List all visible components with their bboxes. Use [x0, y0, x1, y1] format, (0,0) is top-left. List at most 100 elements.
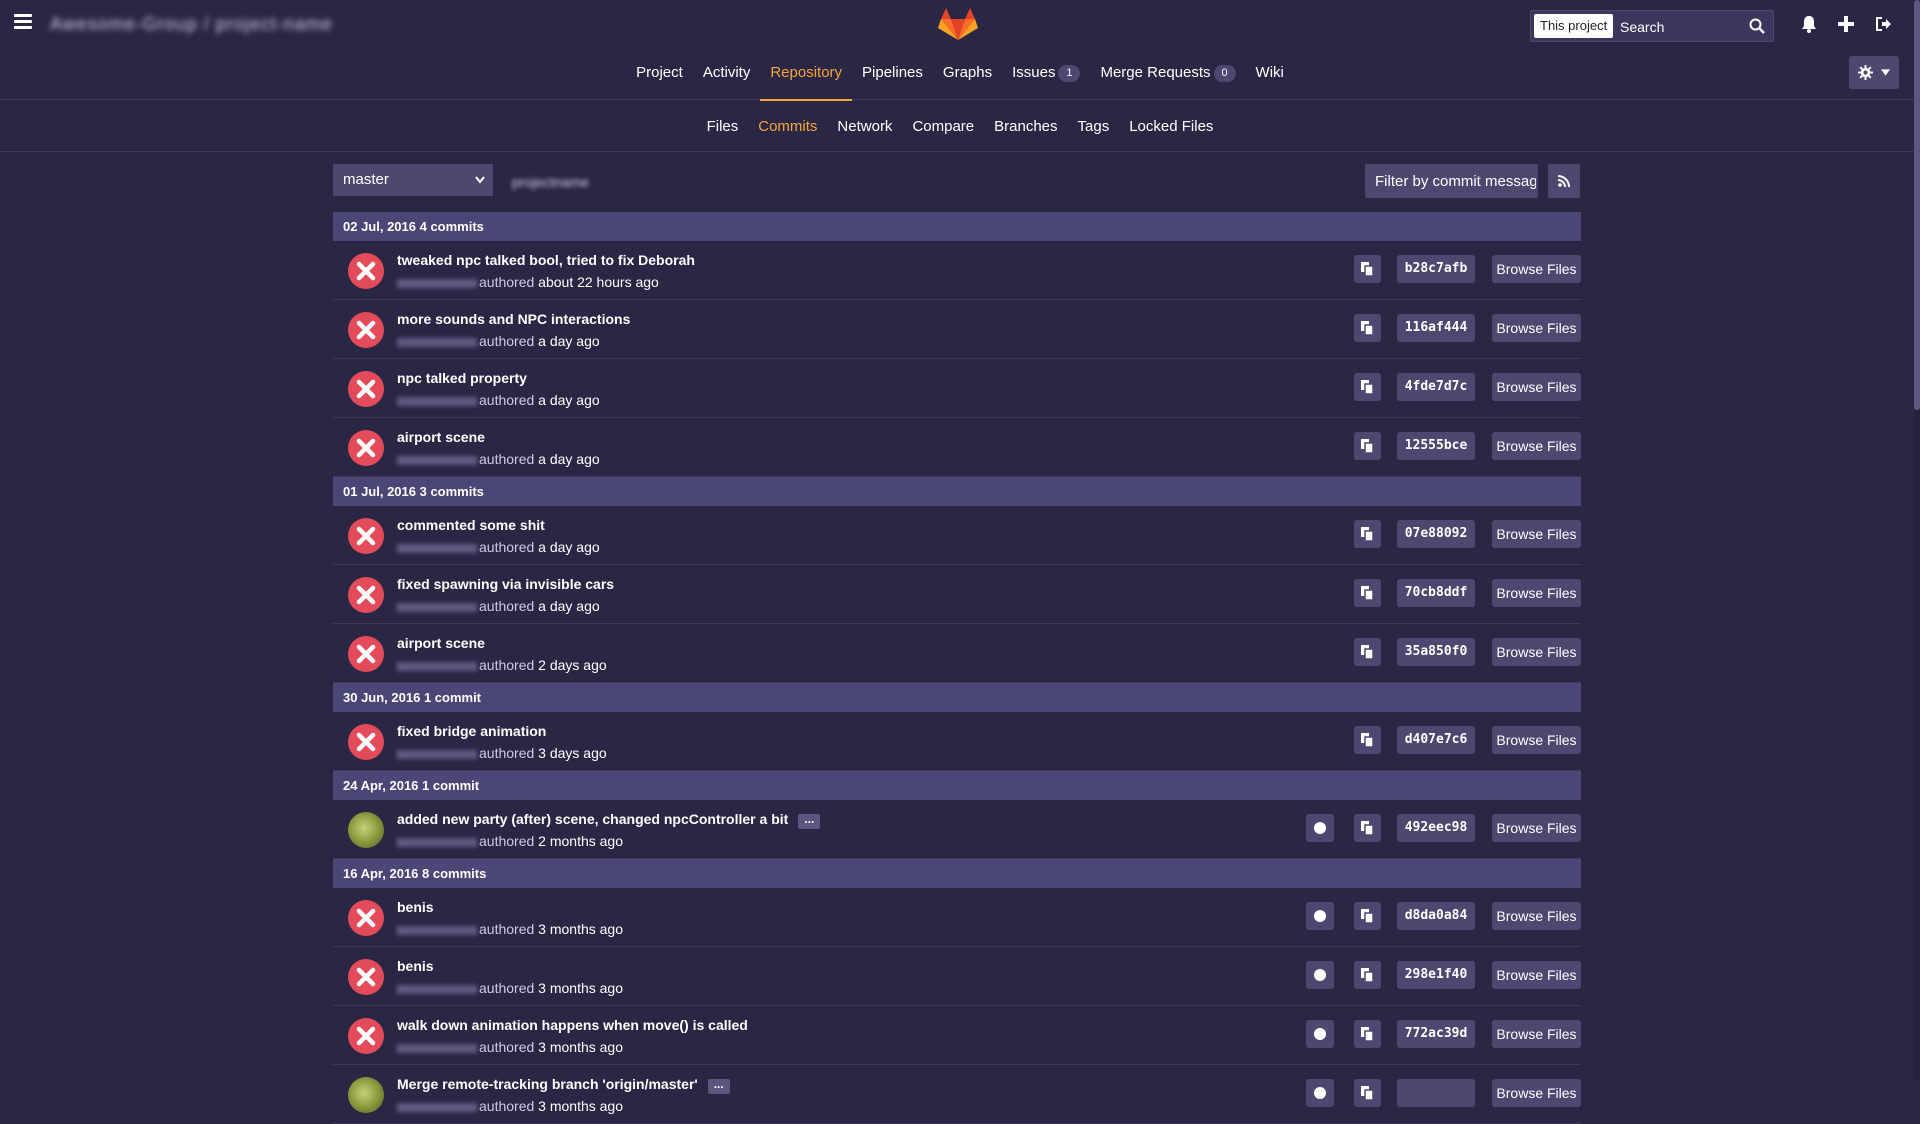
scrollbar-thumb[interactable]	[1914, 0, 1920, 410]
commit-sha-button[interactable]: d407e7c6	[1397, 726, 1475, 754]
rss-feed-button[interactable]	[1548, 164, 1580, 198]
copy-sha-button[interactable]	[1354, 902, 1381, 930]
nav-issues[interactable]: Issues 1	[1002, 50, 1090, 100]
subnav-branches[interactable]: Branches	[984, 100, 1067, 135]
commit-status-button[interactable]	[1306, 814, 1334, 842]
commit-author[interactable]	[397, 337, 477, 347]
commit-sha-button[interactable]: 298e1f40	[1397, 961, 1475, 989]
nav-repository[interactable]: Repository	[760, 50, 852, 101]
commit-sha-button[interactable]: 116af444	[1397, 314, 1475, 342]
browse-files-button[interactable]: Browse Files	[1492, 638, 1581, 666]
browse-files-button[interactable]: Browse Files	[1492, 902, 1581, 930]
commit-author[interactable]	[397, 837, 477, 847]
commit-status-button[interactable]	[1306, 1020, 1334, 1048]
commit-title-link[interactable]: Merge remote-tracking branch 'origin/mas…	[397, 1076, 730, 1094]
nav-merge-requests[interactable]: Merge Requests 0	[1090, 50, 1245, 100]
avatar[interactable]	[348, 959, 384, 995]
new-item-plus-icon[interactable]	[1836, 14, 1856, 34]
avatar[interactable]	[348, 812, 384, 848]
search-scope-chip[interactable]: This project	[1534, 14, 1614, 38]
browse-files-button[interactable]: Browse Files	[1492, 314, 1581, 342]
commit-title-link[interactable]: benis	[397, 958, 434, 974]
commit-title-link[interactable]: tweaked npc talked bool, tried to fix De…	[397, 252, 695, 268]
browse-files-button[interactable]: Browse Files	[1492, 814, 1581, 842]
commit-title-link[interactable]: commented some shit	[397, 517, 545, 533]
commit-title-link[interactable]: npc talked property	[397, 370, 527, 386]
commit-sha-button[interactable]: 12555bce	[1397, 432, 1475, 460]
copy-sha-button[interactable]	[1354, 314, 1381, 342]
subnav-compare[interactable]: Compare	[902, 100, 984, 135]
commit-author[interactable]	[397, 278, 477, 288]
copy-sha-button[interactable]	[1354, 432, 1381, 460]
subnav-commits[interactable]: Commits	[748, 100, 827, 135]
subnav-tags[interactable]: Tags	[1068, 100, 1120, 135]
avatar[interactable]	[348, 371, 384, 407]
path-breadcrumb[interactable]: projectname	[512, 174, 589, 190]
commit-author[interactable]	[397, 925, 477, 935]
commit-sha-button[interactable]: 772ac39d	[1397, 1020, 1475, 1048]
nav-graphs[interactable]: Graphs	[933, 50, 1002, 100]
commit-sha-button[interactable]: 492eec98	[1397, 814, 1475, 842]
project-settings-button[interactable]	[1849, 56, 1899, 89]
browse-files-button[interactable]: Browse Files	[1492, 432, 1581, 460]
commit-sha-button[interactable]: 07e88092	[1397, 520, 1475, 548]
sign-out-icon[interactable]	[1873, 14, 1893, 34]
avatar[interactable]	[348, 900, 384, 936]
avatar[interactable]	[348, 1018, 384, 1054]
avatar[interactable]	[348, 724, 384, 760]
commit-title-link[interactable]: airport scene	[397, 429, 485, 445]
subnav-network[interactable]: Network	[827, 100, 902, 135]
search-icon[interactable]	[1749, 18, 1765, 34]
subnav-files[interactable]: Files	[697, 100, 749, 135]
avatar[interactable]	[348, 518, 384, 554]
avatar[interactable]	[348, 636, 384, 672]
commit-title-link[interactable]: fixed bridge animation	[397, 723, 546, 739]
copy-sha-button[interactable]	[1354, 373, 1381, 401]
browse-files-button[interactable]: Browse Files	[1492, 373, 1581, 401]
subnav-locked-files[interactable]: Locked Files	[1119, 100, 1223, 135]
avatar[interactable]	[348, 1077, 384, 1113]
copy-sha-button[interactable]	[1354, 579, 1381, 607]
commit-status-button[interactable]	[1306, 961, 1334, 989]
commit-author[interactable]	[397, 1102, 477, 1112]
nav-activity[interactable]: Activity	[693, 50, 761, 100]
commit-author[interactable]	[397, 455, 477, 465]
commit-title-link[interactable]: more sounds and NPC interactions	[397, 311, 630, 327]
commit-title-link[interactable]: fixed spawning via invisible cars	[397, 576, 614, 592]
commit-filter-input[interactable]	[1365, 164, 1538, 198]
expand-message-button[interactable]: ...	[707, 1078, 730, 1094]
commit-title-link[interactable]: airport scene	[397, 635, 485, 651]
scrollbar[interactable]	[1914, 0, 1920, 1080]
commit-author[interactable]	[397, 661, 477, 671]
browse-files-button[interactable]: Browse Files	[1492, 1020, 1581, 1048]
nav-wiki[interactable]: Wiki	[1246, 50, 1294, 100]
avatar[interactable]	[348, 577, 384, 613]
commit-sha-button[interactable]: b28c7afb	[1397, 255, 1475, 283]
avatar[interactable]	[348, 253, 384, 289]
notifications-bell-icon[interactable]	[1799, 14, 1819, 34]
copy-sha-button[interactable]	[1354, 1020, 1381, 1048]
commit-author[interactable]	[397, 602, 477, 612]
avatar[interactable]	[348, 312, 384, 348]
commit-title-link[interactable]: benis	[397, 899, 434, 915]
browse-files-button[interactable]: Browse Files	[1492, 961, 1581, 989]
browse-files-button[interactable]: Browse Files	[1492, 520, 1581, 548]
gitlab-logo[interactable]	[938, 8, 978, 42]
copy-sha-button[interactable]	[1354, 726, 1381, 754]
copy-sha-button[interactable]	[1354, 961, 1381, 989]
expand-message-button[interactable]: ...	[798, 813, 821, 829]
copy-sha-button[interactable]	[1354, 255, 1381, 283]
browse-files-button[interactable]: Browse Files	[1492, 1079, 1581, 1107]
commit-title-link[interactable]: added new party (after) scene, changed n…	[397, 811, 821, 829]
browse-files-button[interactable]: Browse Files	[1492, 579, 1581, 607]
commit-author[interactable]	[397, 396, 477, 406]
commit-status-button[interactable]	[1306, 902, 1334, 930]
commit-sha-button[interactable]: 35a850f0	[1397, 638, 1475, 666]
copy-sha-button[interactable]	[1354, 1079, 1381, 1107]
commit-sha-button[interactable]: 4fde7d7c	[1397, 373, 1475, 401]
commit-author[interactable]	[397, 749, 477, 759]
nav-pipelines[interactable]: Pipelines	[852, 50, 933, 100]
project-title[interactable]: Awesome-Group / project-name	[50, 14, 333, 35]
commit-sha-button[interactable]	[1397, 1079, 1475, 1107]
commit-author[interactable]	[397, 984, 477, 994]
